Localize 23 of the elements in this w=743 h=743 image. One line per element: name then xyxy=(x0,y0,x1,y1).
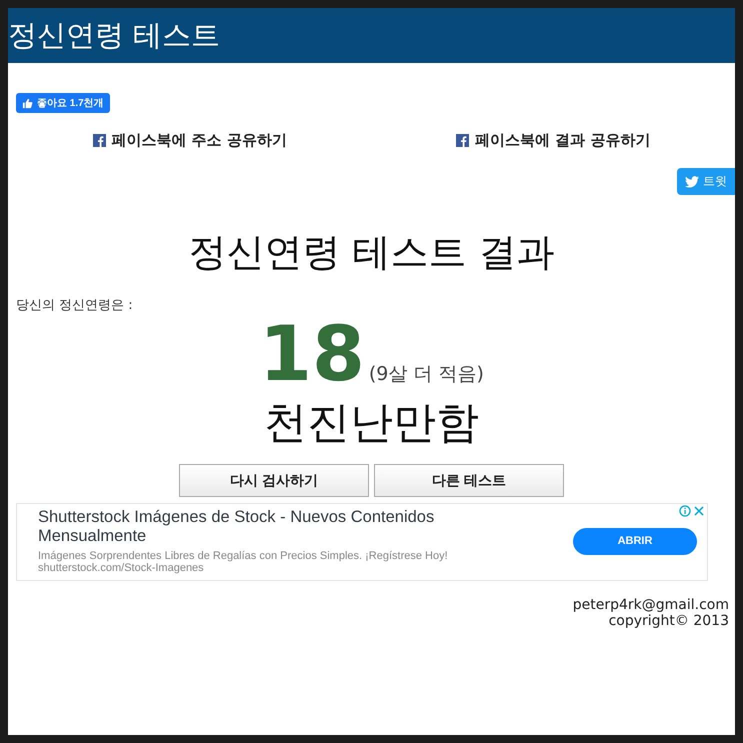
facebook-icon xyxy=(456,134,470,147)
facebook-icon xyxy=(92,134,106,147)
copyright-text: copyright© 2013 xyxy=(608,613,729,629)
ad-headline[interactable]: Shutterstock Imágenes de Stock - Nuevos Contenidos Mensualmente xyxy=(38,508,488,546)
result-title: 정신연령 테스트 결과 xyxy=(187,229,556,276)
age-difference: (9살 더 적음) xyxy=(368,362,484,387)
like-button[interactable]: 좋아요 1.7천개 xyxy=(16,93,110,113)
close-icon[interactable] xyxy=(693,505,705,517)
share-link[interactable]: 페이스북에 결과 공유하기 xyxy=(456,131,650,150)
thumbs-up-icon xyxy=(22,98,33,108)
ad-url[interactable]: shutterstock.com/Stock-Imagenes xyxy=(38,562,573,574)
share-link[interactable]: 페이스북에 주소 공유하기 xyxy=(92,131,287,150)
page-title: 정신연령 테스트 xyxy=(8,16,220,54)
age-value: 18 xyxy=(259,316,365,392)
ad-open-button[interactable]: ABRIR xyxy=(573,528,697,554)
result-prompt: 당신의 정신연령은 : xyxy=(16,297,134,314)
ad-description: Imágenes Sorprendentes Libres de Regalías con Precios Simples. ¡Regístrese Hoy! xyxy=(38,550,449,562)
contact-email: peterp4rk@gmail.com xyxy=(572,597,729,613)
action-button[interactable]: 다시 검사하기 xyxy=(179,464,369,497)
result-verdict: 천진난만함 xyxy=(263,397,480,450)
info-icon[interactable] xyxy=(679,505,691,517)
action-button[interactable]: 다른 테스트 xyxy=(374,464,564,497)
bird-icon xyxy=(685,176,699,188)
